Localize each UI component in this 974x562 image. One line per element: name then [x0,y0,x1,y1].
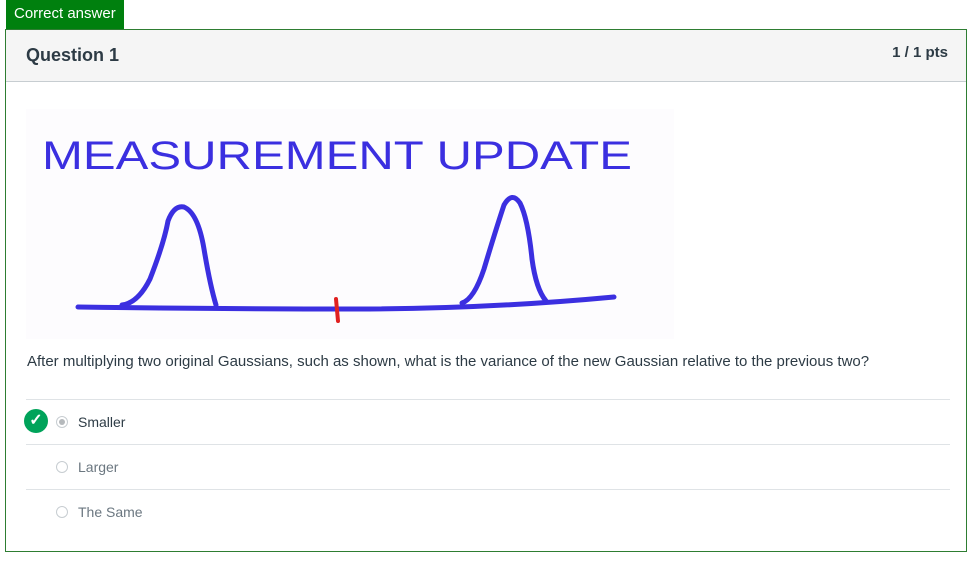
gaussian-sketch: MEASUREMENT UPDATE [42,134,632,323]
question-points: 1 / 1 pts [892,44,948,61]
answer-option-smaller[interactable]: ✓ Smaller [24,399,950,444]
answer-radio-smaller[interactable] [56,416,68,428]
left-gaussian-curve [119,204,219,308]
baseline-line [75,294,617,312]
question-header: Question 1 1 / 1 pts [6,30,966,82]
answer-option-larger[interactable]: Larger [26,444,950,489]
answer-label-larger: Larger [78,459,119,475]
answer-label-the-same: The Same [78,504,143,520]
answer-radio-the-same[interactable] [56,506,68,518]
measurement-update-figure: MEASUREMENT UPDATE [26,109,674,339]
answer-label-smaller: Smaller [78,414,126,430]
figure-handwritten-title: MEASUREMENT UPDATE [42,134,632,178]
answer-option-the-same[interactable]: The Same [26,489,950,534]
answer-radio-larger[interactable] [56,461,68,473]
question-card: Question 1 1 / 1 pts MEASUREMENT UPDATE … [5,29,967,552]
question-title: Question 1 [26,45,120,65]
correct-answer-tag: Correct answer [6,0,124,29]
answer-list: ✓ Smaller Larger The Same [24,399,950,534]
center-marker [334,297,340,323]
check-icon: ✓ [24,409,48,433]
right-gaussian-curve [459,195,549,306]
question-prompt: After multiplying two original Gaussians… [27,353,870,370]
